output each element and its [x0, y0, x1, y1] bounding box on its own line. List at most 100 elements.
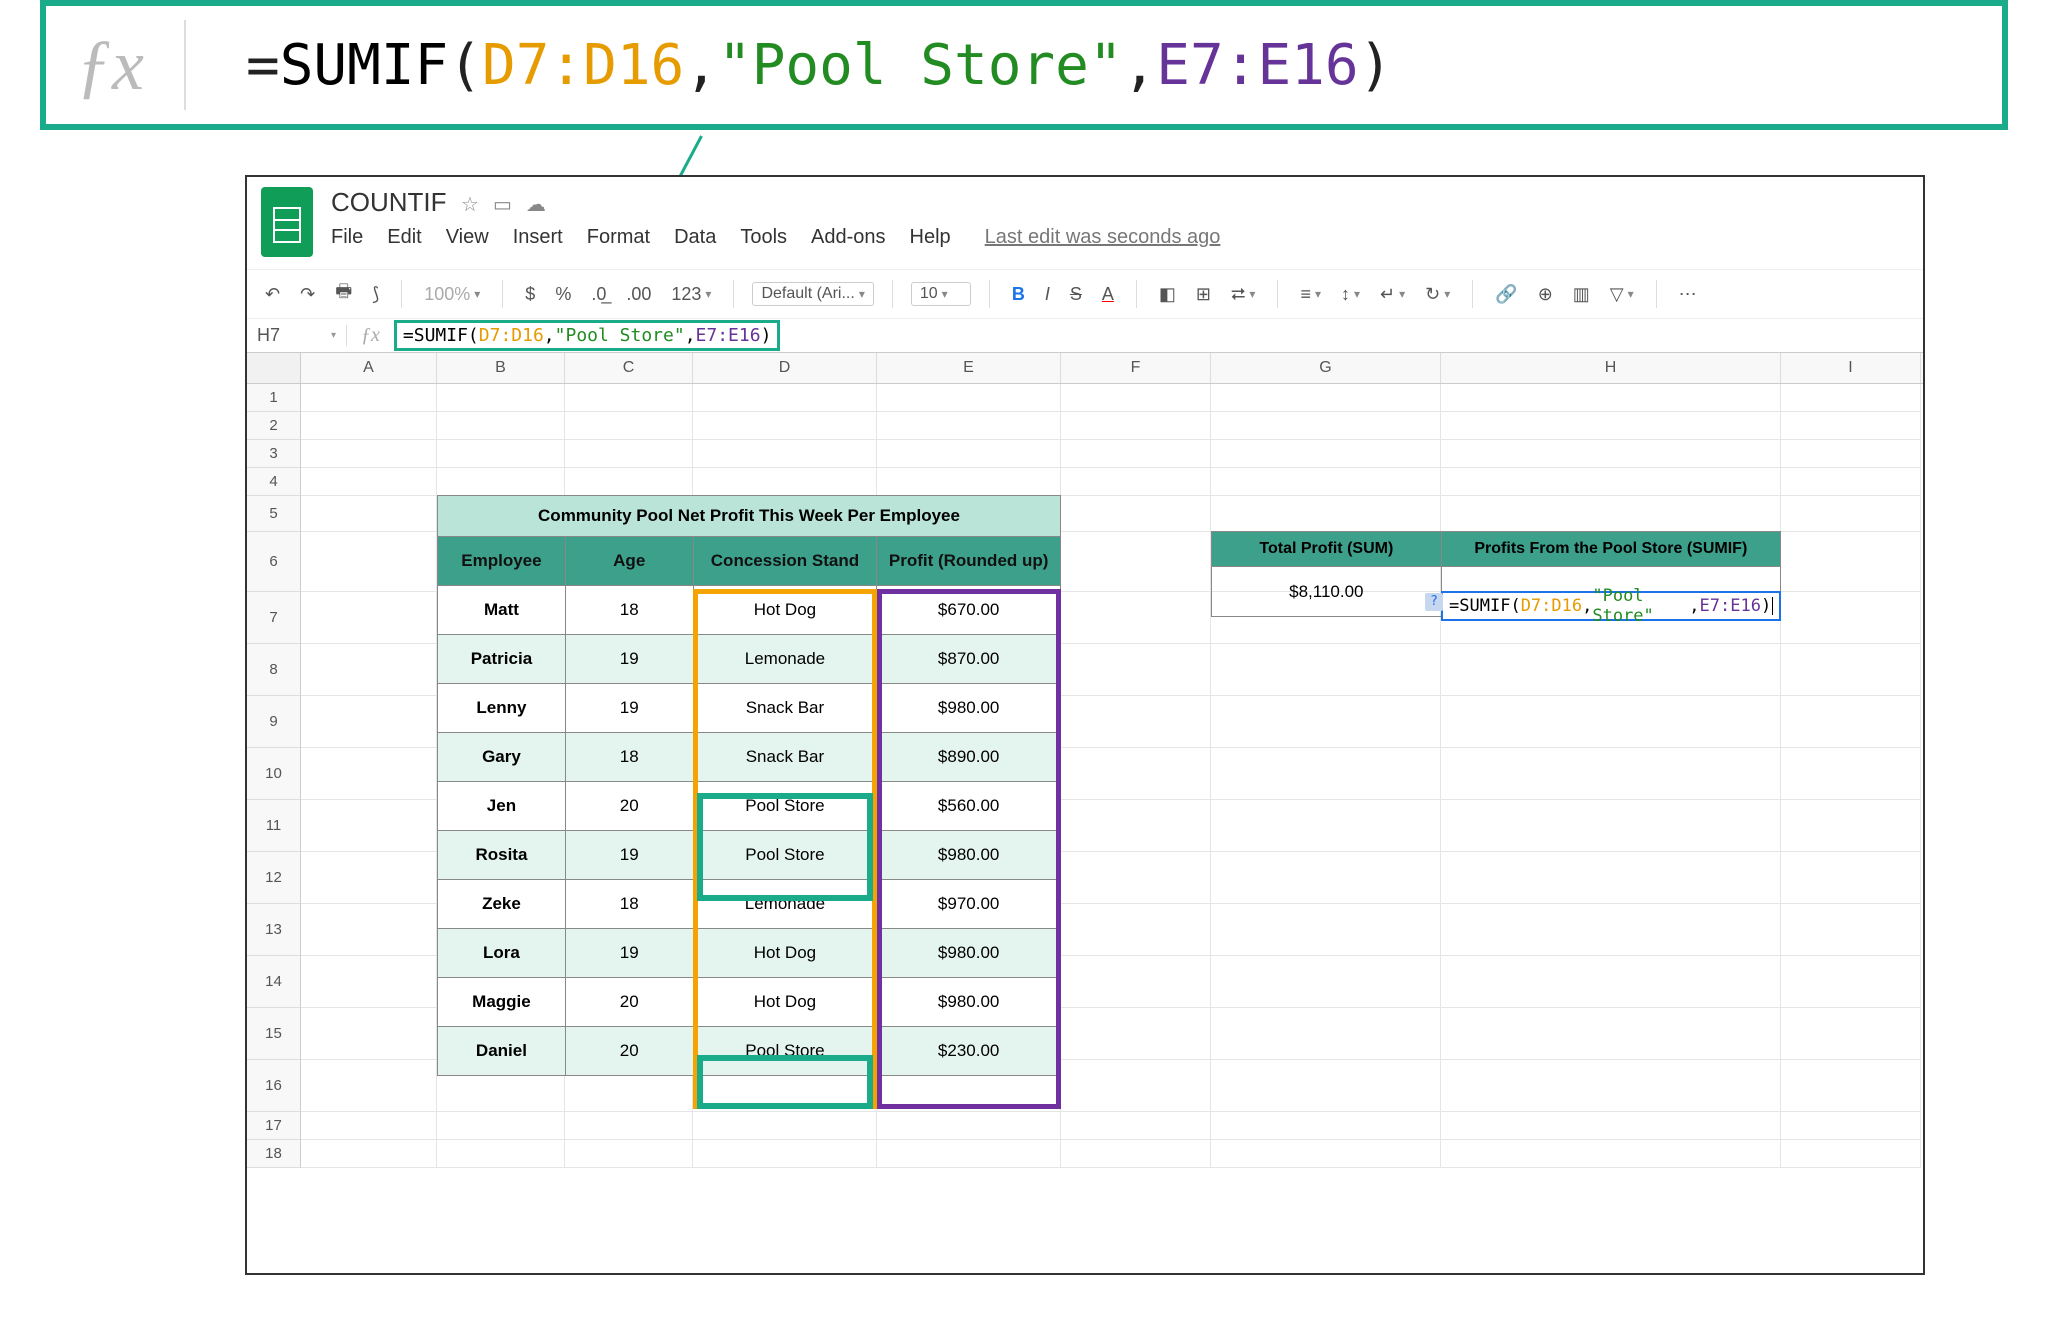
borders-icon[interactable]: ⊞: [1192, 280, 1215, 309]
font-size-select[interactable]: 10: [911, 282, 971, 306]
cell[interactable]: [565, 384, 693, 412]
strike-button[interactable]: S: [1066, 280, 1086, 309]
table-cell[interactable]: 18: [565, 733, 693, 782]
cell-editor[interactable]: ? =SUMIF(D7:D16,"Pool Store",E7:E16): [1441, 591, 1781, 621]
italic-button[interactable]: I: [1041, 280, 1054, 309]
filter-icon[interactable]: ▽: [1606, 280, 1638, 309]
cell[interactable]: [1061, 384, 1211, 412]
link-icon[interactable]: 🔗: [1491, 280, 1521, 309]
row-header[interactable]: 1: [247, 384, 301, 412]
formula-bar[interactable]: =SUMIF(D7:D16,"Pool Store",E7:E16): [394, 320, 1923, 351]
table-cell[interactable]: Lemonade: [693, 635, 877, 684]
row-header[interactable]: 12: [247, 852, 301, 904]
cell[interactable]: [301, 904, 437, 956]
cell[interactable]: [301, 644, 437, 696]
table-cell[interactable]: 19: [565, 831, 693, 880]
cell[interactable]: [1441, 412, 1781, 440]
row-header[interactable]: 13: [247, 904, 301, 956]
cell[interactable]: [1441, 956, 1781, 1008]
cell[interactable]: [437, 440, 565, 468]
col-header[interactable]: F: [1061, 353, 1211, 383]
table-cell[interactable]: Lemonade: [693, 880, 877, 929]
cell[interactable]: [1061, 440, 1211, 468]
cell[interactable]: [301, 592, 437, 644]
merge-icon[interactable]: ⮂: [1227, 280, 1259, 309]
cell[interactable]: [1781, 852, 1921, 904]
select-all-corner[interactable]: [247, 353, 301, 383]
table-cell[interactable]: Pool Store: [693, 831, 877, 880]
cell[interactable]: [1781, 468, 1921, 496]
cell[interactable]: [437, 468, 565, 496]
cell[interactable]: [877, 412, 1061, 440]
col-header[interactable]: D: [693, 353, 877, 383]
table-cell[interactable]: $980.00: [877, 684, 1061, 733]
cell[interactable]: [1061, 644, 1211, 696]
row-header[interactable]: 18: [247, 1140, 301, 1168]
currency-button[interactable]: $: [521, 280, 539, 309]
cell[interactable]: [1211, 1112, 1441, 1140]
cell[interactable]: [1061, 852, 1211, 904]
table-cell[interactable]: 19: [565, 635, 693, 684]
rotate-icon[interactable]: ↻: [1421, 280, 1454, 309]
cell[interactable]: [1441, 1060, 1781, 1112]
cloud-icon[interactable]: ☁: [526, 192, 546, 217]
table-cell[interactable]: Maggie: [438, 978, 566, 1027]
menu-tools[interactable]: Tools: [740, 226, 787, 249]
table-cell[interactable]: $980.00: [877, 929, 1061, 978]
zoom-select[interactable]: 100%: [420, 280, 484, 309]
cell[interactable]: [1211, 800, 1441, 852]
formula-help-icon[interactable]: ?: [1425, 593, 1443, 611]
document-title[interactable]: COUNTIF: [331, 187, 447, 218]
table-cell[interactable]: $870.00: [877, 635, 1061, 684]
table-cell[interactable]: 20: [565, 1027, 693, 1076]
row-header[interactable]: 10: [247, 748, 301, 800]
text-color-button[interactable]: A: [1098, 280, 1118, 309]
cell[interactable]: [1211, 1008, 1441, 1060]
cell[interactable]: [1441, 644, 1781, 696]
font-select[interactable]: Default (Ari...: [752, 282, 873, 306]
cell[interactable]: [1211, 468, 1441, 496]
col-header[interactable]: I: [1781, 353, 1921, 383]
cell[interactable]: [437, 1112, 565, 1140]
table-cell[interactable]: $890.00: [877, 733, 1061, 782]
table-cell[interactable]: Lenny: [438, 684, 566, 733]
bold-button[interactable]: B: [1008, 280, 1029, 309]
cell[interactable]: [1441, 904, 1781, 956]
table-cell[interactable]: Matt: [438, 586, 566, 635]
row-header[interactable]: 6: [247, 532, 301, 592]
cell[interactable]: [1211, 496, 1441, 532]
cell[interactable]: [1441, 384, 1781, 412]
cell[interactable]: [1061, 1008, 1211, 1060]
cell[interactable]: [1211, 412, 1441, 440]
cell[interactable]: [1061, 592, 1211, 644]
cell[interactable]: [1441, 696, 1781, 748]
cell[interactable]: [1211, 1060, 1441, 1112]
cell[interactable]: [1781, 440, 1921, 468]
table-cell[interactable]: Hot Dog: [693, 978, 877, 1027]
cell[interactable]: [1441, 468, 1781, 496]
cell[interactable]: [1781, 800, 1921, 852]
cell[interactable]: [301, 748, 437, 800]
menu-addons[interactable]: Add-ons: [811, 226, 886, 249]
table-cell[interactable]: $560.00: [877, 782, 1061, 831]
cell[interactable]: [1781, 1008, 1921, 1060]
chart-icon[interactable]: ▥: [1569, 280, 1594, 309]
table-cell[interactable]: Snack Bar: [693, 733, 877, 782]
cell[interactable]: [1061, 468, 1211, 496]
fill-color-icon[interactable]: ◧: [1155, 280, 1180, 309]
cell[interactable]: [301, 1060, 437, 1112]
sheets-logo-icon[interactable]: [261, 187, 313, 257]
row-header[interactable]: 14: [247, 956, 301, 1008]
cell[interactable]: [1061, 1060, 1211, 1112]
cell[interactable]: [1441, 852, 1781, 904]
row-header[interactable]: 7: [247, 592, 301, 644]
cell[interactable]: [437, 1140, 565, 1168]
cell[interactable]: [1211, 384, 1441, 412]
more-icon[interactable]: ⋯: [1675, 280, 1701, 309]
table-cell[interactable]: Patricia: [438, 635, 566, 684]
cell[interactable]: [1211, 696, 1441, 748]
decrease-decimal-button[interactable]: .0̲: [587, 280, 610, 309]
cell[interactable]: [301, 800, 437, 852]
cell[interactable]: [1061, 1140, 1211, 1168]
table-cell[interactable]: 18: [565, 880, 693, 929]
